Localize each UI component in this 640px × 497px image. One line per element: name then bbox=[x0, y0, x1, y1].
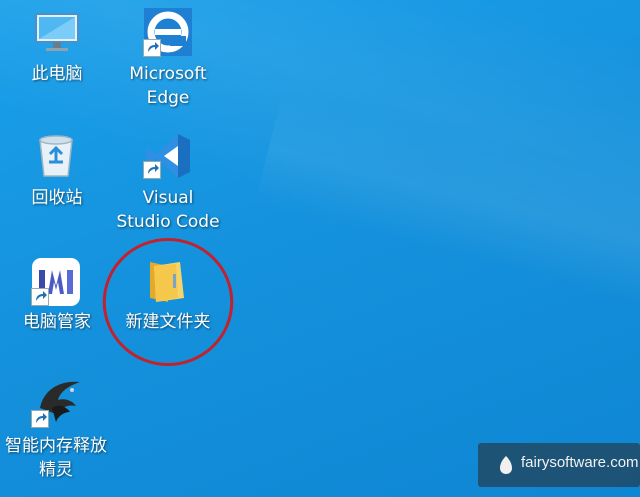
highlight-circle bbox=[102, 238, 234, 366]
desktop-icon-label: 此电脑 bbox=[31, 64, 83, 84]
shortcut-arrow-icon bbox=[143, 39, 161, 57]
desktop-icon-label-line1: Microsoft bbox=[129, 64, 207, 84]
watermark-logo bbox=[500, 456, 512, 474]
desktop-icon-label: 电脑管家 bbox=[23, 312, 91, 332]
desktop-icon-label-line2: 精灵 bbox=[39, 460, 73, 480]
desktop-icon-label: 回收站 bbox=[31, 188, 83, 208]
wallpaper-light-beam bbox=[254, 89, 640, 351]
desktop-icon-label-line2: Edge bbox=[146, 88, 190, 108]
desktop-icon-label-line2: Studio Code bbox=[116, 212, 220, 232]
shortcut-arrow-icon bbox=[31, 288, 49, 306]
desktop-icon-label-line1: 智能内存释放 bbox=[5, 436, 107, 456]
shortcut-arrow-icon bbox=[143, 161, 161, 179]
computer-icon bbox=[35, 13, 79, 51]
desktop-icon-label-line1: Visual bbox=[142, 188, 194, 208]
recycle-bin-icon bbox=[39, 135, 73, 177]
watermark-text: fairysoftware.com bbox=[521, 454, 639, 471]
wallpaper-light-beam bbox=[0, 0, 640, 353]
shortcut-arrow-icon bbox=[31, 410, 49, 428]
